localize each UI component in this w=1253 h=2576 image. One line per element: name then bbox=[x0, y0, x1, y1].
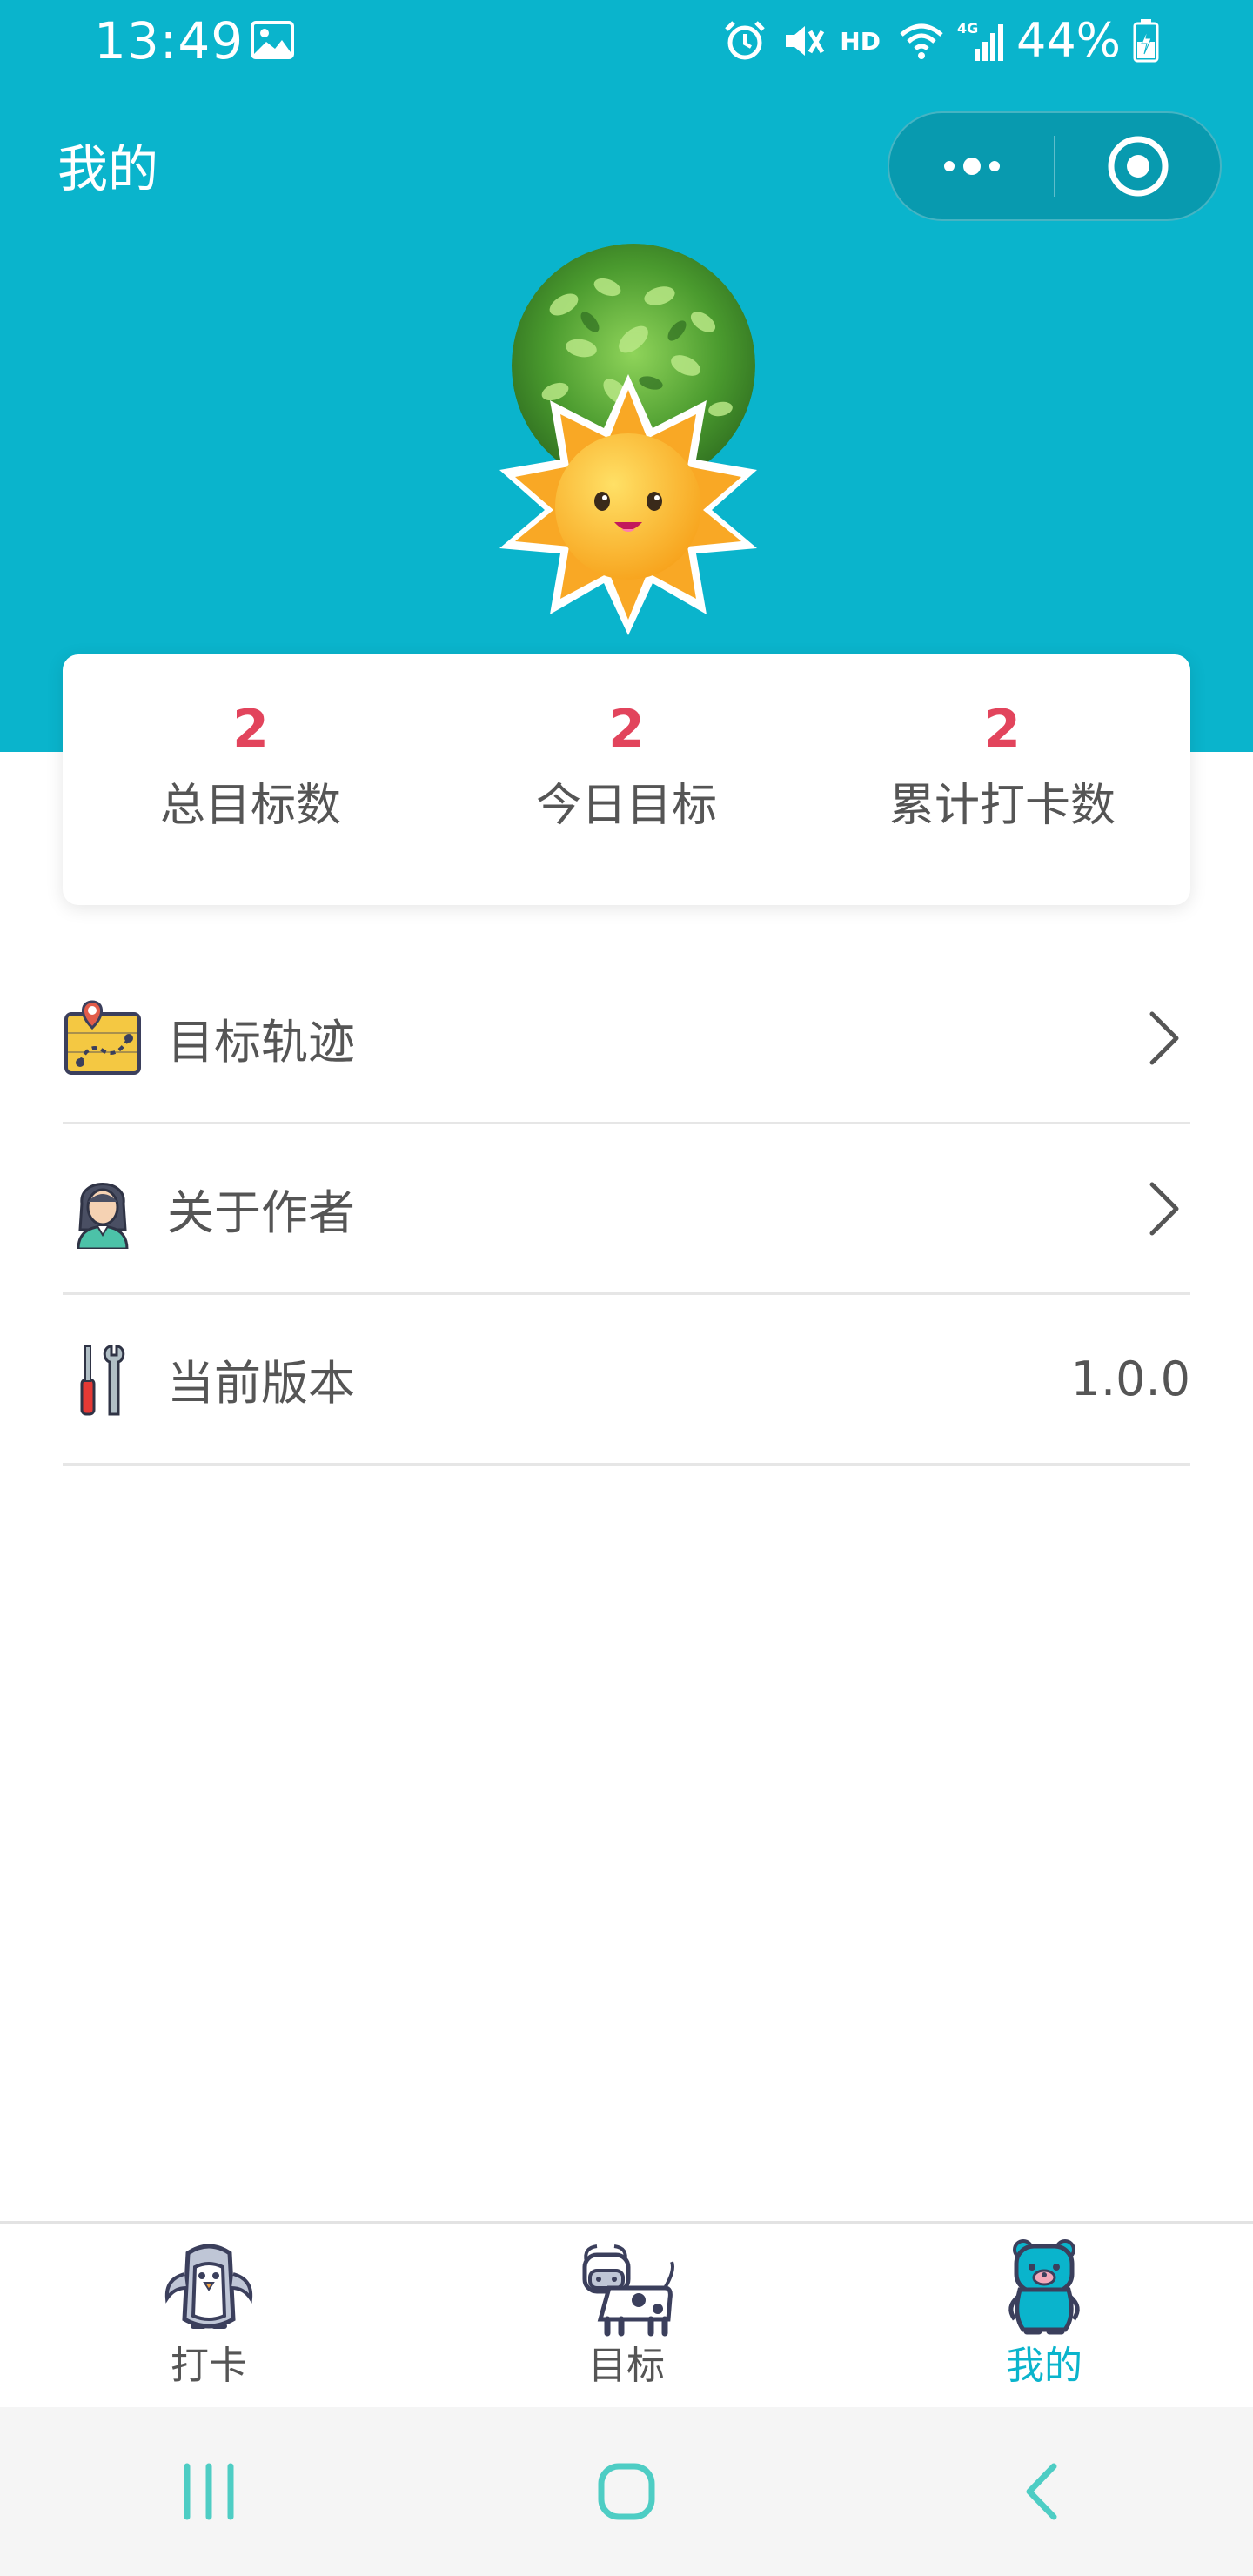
system-navigation-bar bbox=[0, 2407, 1253, 2576]
settings-menu: 目标轨迹 关于作者 当前版本 1.0.0 bbox=[63, 954, 1190, 1466]
bottom-tab-bar: 打卡 目标 我的 bbox=[0, 2221, 1253, 2407]
tools-icon bbox=[80, 1344, 125, 1415]
tab-label: 我的 bbox=[1006, 2344, 1082, 2388]
stat-total-checkins: 2 累计打卡数 bbox=[814, 654, 1190, 905]
stat-label: 总目标数 bbox=[159, 780, 341, 832]
map-route-icon bbox=[64, 999, 141, 1075]
stat-label: 今日目标 bbox=[535, 780, 717, 832]
stat-total-goals: 2 总目标数 bbox=[63, 654, 439, 905]
more-button[interactable] bbox=[889, 113, 1054, 219]
stat-label: 累计打卡数 bbox=[888, 780, 1116, 832]
stat-value: 2 bbox=[608, 699, 645, 760]
more-dots-icon bbox=[943, 158, 1000, 175]
network-type: 4G bbox=[957, 20, 978, 37]
chevron-right-icon bbox=[1149, 1182, 1179, 1235]
hd-badge: HD bbox=[840, 26, 881, 56]
battery-percent: 44% bbox=[1015, 13, 1121, 68]
gallery-icon bbox=[251, 21, 294, 59]
menu-item-label: 关于作者 bbox=[167, 1185, 355, 1240]
author-avatar-icon bbox=[77, 1182, 129, 1249]
stat-today-goals: 2 今日目标 bbox=[439, 654, 814, 905]
menu-item-current-version: 当前版本 1.0.0 bbox=[63, 1295, 1190, 1466]
sun-mascot-icon bbox=[499, 374, 757, 635]
tab-goals[interactable]: 目标 bbox=[418, 2224, 835, 2407]
back-chevron-icon bbox=[1026, 2463, 1057, 2520]
wifi-icon bbox=[900, 23, 943, 59]
recent-apps-icon bbox=[184, 2463, 234, 2520]
menu-item-goal-track[interactable]: 目标轨迹 bbox=[63, 954, 1190, 1124]
signal-icon: 4G bbox=[957, 20, 1003, 61]
stat-value: 2 bbox=[232, 699, 269, 760]
page-title: 我的 bbox=[57, 139, 159, 198]
bear-icon bbox=[1008, 2239, 1080, 2335]
status-indicators: HD 4G 44% bbox=[721, 10, 1159, 71]
mini-program-capsule bbox=[888, 111, 1222, 221]
tab-mine[interactable]: 我的 bbox=[835, 2224, 1253, 2407]
status-time: 13:49 bbox=[94, 11, 245, 70]
mute-icon bbox=[786, 26, 825, 56]
tab-label: 目标 bbox=[588, 2344, 665, 2388]
alarm-icon bbox=[725, 21, 766, 60]
menu-item-label: 当前版本 bbox=[167, 1356, 355, 1411]
home-icon bbox=[598, 2463, 655, 2520]
stats-card: 2 总目标数 2 今日目标 2 累计打卡数 bbox=[63, 654, 1190, 905]
chevron-right-icon bbox=[1149, 1011, 1179, 1064]
menu-item-about-author[interactable]: 关于作者 bbox=[63, 1124, 1190, 1295]
penguin-icon bbox=[164, 2244, 253, 2329]
back-button[interactable] bbox=[992, 2439, 1096, 2544]
version-value: 1.0.0 bbox=[1070, 1352, 1190, 1406]
status-bar: 13:49 HD 4G 44% bbox=[0, 0, 1253, 84]
recent-apps-button[interactable] bbox=[157, 2439, 261, 2544]
home-button[interactable] bbox=[574, 2439, 679, 2544]
menu-item-label: 目标轨迹 bbox=[167, 1015, 355, 1070]
battery-charging-icon bbox=[1133, 19, 1159, 63]
target-close-icon bbox=[1108, 136, 1168, 197]
tab-checkin[interactable]: 打卡 bbox=[0, 2224, 418, 2407]
close-mini-program-button[interactable] bbox=[1055, 113, 1220, 219]
stat-value: 2 bbox=[984, 699, 1021, 760]
tab-label: 打卡 bbox=[171, 2344, 247, 2388]
cow-icon bbox=[582, 2244, 674, 2337]
